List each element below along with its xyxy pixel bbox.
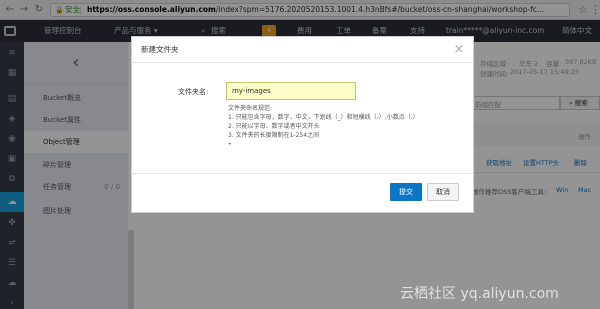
rules-title: 文件夹命名规范:: [228, 105, 273, 112]
new-folder-dialog: 新建文件夹 × 文件夹名: 文件夹命名规范: 1. 只能包含字母，数字，中文，下…: [131, 36, 474, 213]
rule-item: •: [228, 141, 232, 148]
rule-item: 2. 只能以字母、数字或者中文开头: [228, 123, 320, 130]
folder-name-input[interactable]: [226, 82, 356, 100]
dialog-footer-divider: [132, 173, 473, 174]
naming-rules: 文件夹命名规范: 1. 只能包含字母，数字，中文，下划线（_）和短横线（-）,小…: [228, 104, 438, 149]
dialog-header: 新建文件夹 ×: [132, 37, 473, 63]
submit-button[interactable]: 提交: [390, 183, 422, 201]
close-icon[interactable]: ×: [452, 43, 466, 57]
rule-item: 3. 文件夹的长度限制在1-254之间: [228, 132, 320, 139]
folder-name-label: 文件夹名:: [178, 88, 209, 96]
dialog-title: 新建文件夹: [141, 45, 179, 54]
rule-item: 1. 只能包含字母，数字，中文，下划线（_）和短横线（-）,小数点（.）: [228, 114, 419, 121]
site-watermark: 云栖社区 yq.aliyun.com: [400, 286, 559, 302]
cancel-button[interactable]: 取消: [427, 183, 459, 201]
